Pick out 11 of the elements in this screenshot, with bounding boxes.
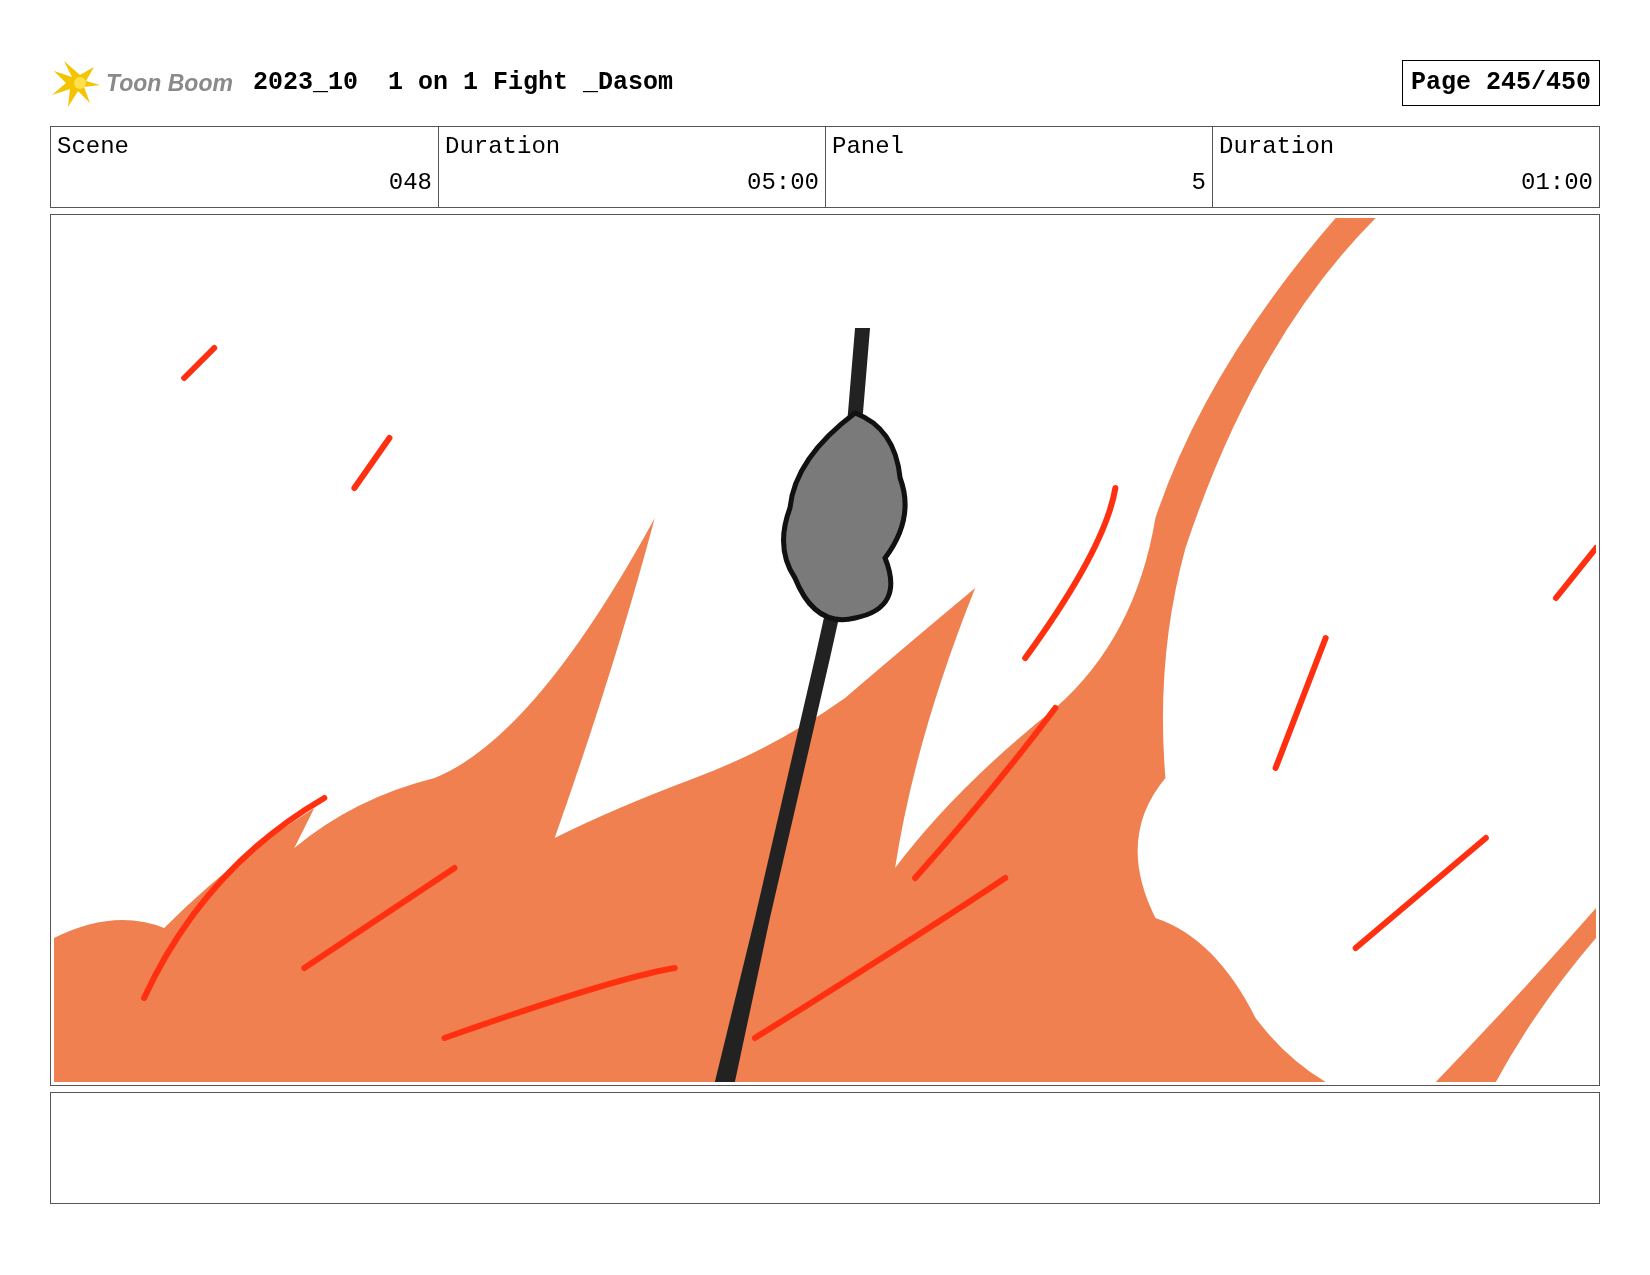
column-header: Scene [57, 132, 129, 162]
page-number: Page 245/450 [1401, 60, 1600, 106]
table-cell-text: 01:00 [1521, 168, 1593, 198]
table-cell-text: 048 [388, 168, 432, 198]
column-header: Duration [1219, 132, 1335, 162]
table-cell-text: 05:00 [747, 168, 819, 198]
column-header: Panel [832, 132, 904, 162]
logo-text: Toon Boom [106, 68, 233, 98]
table-cell-text: 5 [1191, 168, 1206, 198]
board-title: 2023_10 1 on 1 Fight _Dasom [252, 67, 673, 100]
column-header: Duration [445, 132, 561, 162]
